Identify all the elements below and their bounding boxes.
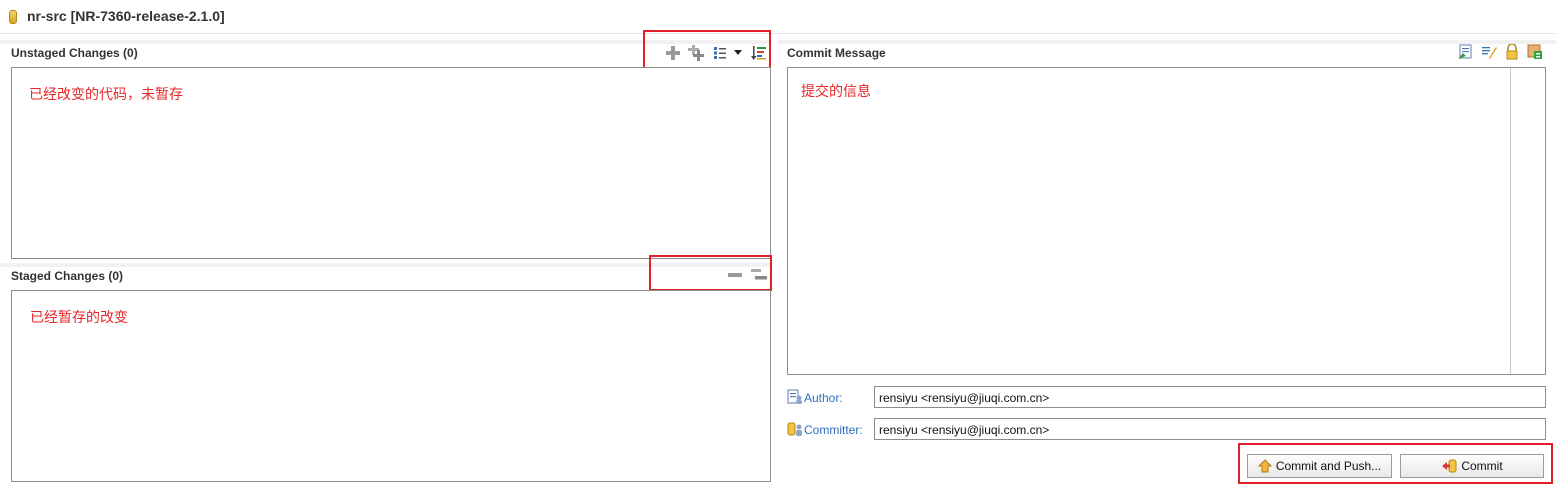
author-icon [787,389,802,404]
staged-annotation: 已经暂存的改变 [30,309,128,325]
author-label: Author: [804,391,843,405]
change-id-icon[interactable] [1527,44,1543,60]
commit-band [778,40,1556,44]
commit-toolbar [1457,44,1547,62]
commit-message-editor[interactable]: 提交的信息 [787,67,1546,375]
committer-icon [787,422,802,436]
editor-ruler [1510,68,1511,374]
commit-annotation: 提交的信息 [801,83,871,99]
staged-changes-panel[interactable]: 已经暂存的改变 [11,290,771,482]
committer-label: Committer: [804,423,863,437]
signed-off-icon[interactable] [1481,44,1497,60]
author-field[interactable]: rensiyu <rensiyu@jiuqi.com.cn> [874,386,1546,408]
unstaged-changes-panel[interactable]: 已经改变的代码，未暂存 [11,67,771,259]
staged-toolbar-highlight [649,255,772,291]
title-separator [0,33,1556,34]
committer-field[interactable]: rensiyu <rensiyu@jiuqi.com.cn> [874,418,1546,440]
signoff-lock-icon[interactable] [1505,44,1519,60]
repository-title: nr-src [NR-7360-release-2.1.0] [27,8,225,24]
title-bar: nr-src [NR-7360-release-2.1.0] [0,0,1556,34]
repository-icon [9,10,17,24]
commit-buttons-highlight [1238,443,1553,484]
unstaged-annotation: 已经改变的代码，未暂存 [29,86,183,102]
unstaged-changes-label: Unstaged Changes (0) [11,46,138,60]
amend-icon[interactable] [1457,44,1473,60]
unstaged-toolbar-highlight [643,30,771,70]
commit-message-label: Commit Message [787,46,886,60]
staged-changes-label: Staged Changes (0) [11,269,124,283]
